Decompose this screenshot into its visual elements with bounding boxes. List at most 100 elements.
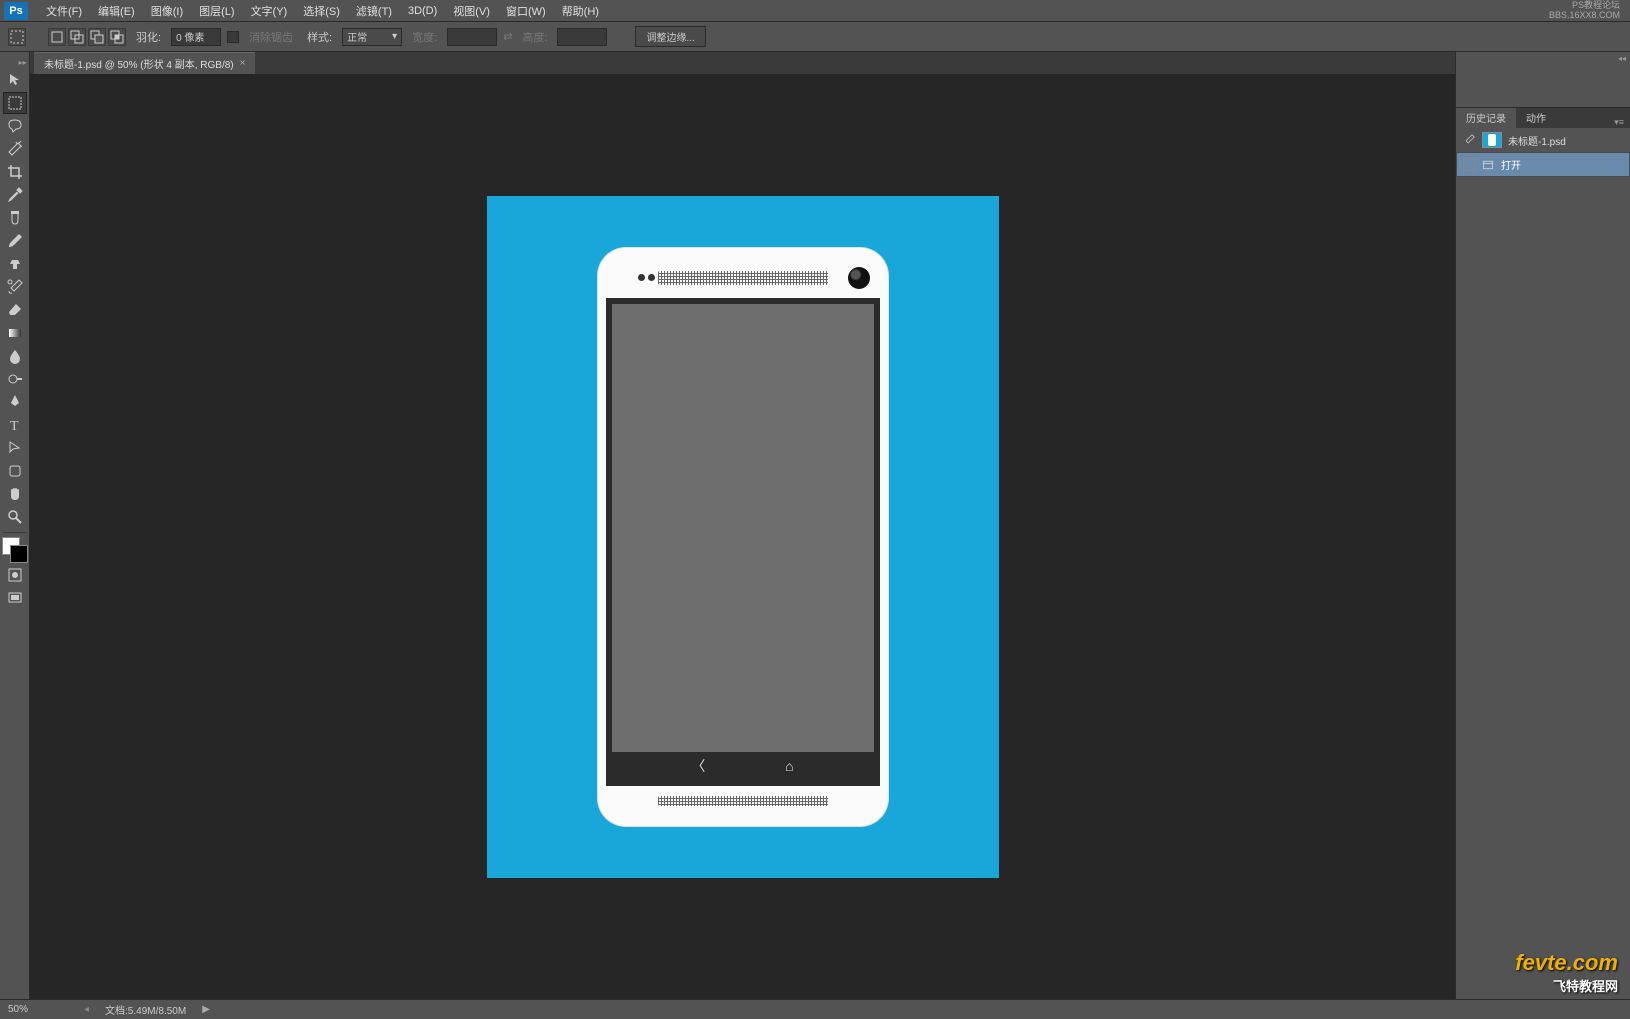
document-tab[interactable]: 未标题-1.psd @ 50% (形状 4 副本, RGB/8) × <box>34 52 255 74</box>
lasso-tool[interactable] <box>3 115 27 137</box>
width-input <box>447 28 497 46</box>
toolbox: ▸▸ T <box>0 52 30 999</box>
canvas-area[interactable]: 〈 ⌂ <box>30 74 1455 999</box>
options-bar: 羽化: 消除锯齿 样式: 正常▾ 宽度: ⇄ 高度: 调整边缘... <box>0 22 1630 52</box>
feather-input[interactable] <box>171 28 221 46</box>
selection-add-icon[interactable] <box>68 28 86 46</box>
color-swatches[interactable] <box>2 537 28 563</box>
feather-label: 羽化: <box>132 29 165 45</box>
artboard: 〈 ⌂ <box>487 196 999 878</box>
eraser-tool[interactable] <box>3 299 27 321</box>
phone-mockup: 〈 ⌂ <box>598 248 888 826</box>
selection-mode-group <box>48 28 126 46</box>
phone-nav-bar: 〈 ⌂ <box>612 752 874 780</box>
selection-intersect-icon[interactable] <box>108 28 126 46</box>
history-brush-icon <box>1462 133 1476 147</box>
tab-actions[interactable]: 动作 <box>1516 107 1556 128</box>
history-list: 未标题-1.psd 打开 <box>1456 128 1630 177</box>
move-tool[interactable] <box>3 69 27 91</box>
gradient-tool[interactable] <box>3 322 27 344</box>
history-snapshot-row[interactable]: 未标题-1.psd <box>1456 128 1630 152</box>
menu-layer[interactable]: 图层(L) <box>191 3 242 19</box>
hand-tool[interactable] <box>3 483 27 505</box>
blur-tool[interactable] <box>3 345 27 367</box>
refine-edge-button[interactable]: 调整边缘... <box>635 26 705 47</box>
dodge-tool[interactable] <box>3 368 27 390</box>
history-doc-name: 未标题-1.psd <box>1508 133 1566 148</box>
menu-view[interactable]: 视图(V) <box>445 3 498 19</box>
phone-sensor-dots <box>638 274 655 281</box>
toolbox-collapse-icon[interactable]: ▸▸ <box>3 58 27 68</box>
antialias-checkbox <box>227 31 239 43</box>
brush-tool[interactable] <box>3 230 27 252</box>
collapsed-panel-strip[interactable] <box>1456 52 1630 108</box>
history-step-row[interactable]: 打开 <box>1456 152 1630 177</box>
marquee-tool[interactable] <box>3 92 27 114</box>
phone-top-bezel <box>606 258 880 298</box>
scrollbar-left-icon[interactable]: ◂ <box>84 1004 89 1015</box>
history-step-label: 打开 <box>1501 157 1521 172</box>
crop-tool[interactable] <box>3 161 27 183</box>
selection-new-icon[interactable] <box>48 28 66 46</box>
selection-subtract-icon[interactable] <box>88 28 106 46</box>
quickmask-tool[interactable] <box>3 564 27 586</box>
phone-bottom-speaker <box>658 796 828 806</box>
marquee-preset-icon[interactable] <box>8 28 26 46</box>
wm-p4: .com <box>1567 950 1618 975</box>
workspace: 未标题-1.psd @ 50% (形状 4 副本, RGB/8) × 〈 <box>30 52 1455 999</box>
swap-wh-icon: ⇄ <box>503 30 512 43</box>
document-tab-title: 未标题-1.psd @ 50% (形状 4 副本, RGB/8) <box>44 56 234 71</box>
main-area: ▸▸ T 未标题-1.psd @ 50% (形状 4 副本, R <box>0 52 1630 999</box>
menubar-credit: PS教程论坛 BBS.16XX8.COM <box>1549 1 1630 21</box>
screenmode-tool[interactable] <box>3 587 27 609</box>
style-label: 样式: <box>303 29 336 45</box>
shape-tool[interactable] <box>3 460 27 482</box>
menu-window[interactable]: 窗口(W) <box>498 3 554 19</box>
menu-file[interactable]: 文件(F) <box>38 3 90 19</box>
zoom-tool[interactable] <box>3 506 27 528</box>
menu-filter[interactable]: 滤镜(T) <box>348 3 400 19</box>
background-swatch[interactable] <box>10 545 28 563</box>
app-logo: Ps <box>4 2 28 20</box>
phone-screen-bezel: 〈 ⌂ <box>606 298 880 786</box>
phone-earpiece-speaker <box>658 271 828 285</box>
menu-type[interactable]: 文字(Y) <box>243 3 296 19</box>
svg-text:T: T <box>10 419 19 433</box>
history-brush-tool[interactable] <box>3 276 27 298</box>
menu-bar: Ps 文件(F) 编辑(E) 图像(I) 图层(L) 文字(Y) 选择(S) 滤… <box>0 0 1630 22</box>
magic-wand-tool[interactable] <box>3 138 27 160</box>
wm-p1: fe <box>1515 950 1535 975</box>
right-panels: 历史记录 动作 ▾≡ 未标题-1.psd 打开 <box>1455 52 1630 999</box>
dropdown-icon: ▾ <box>392 31 397 42</box>
wm-p2: v <box>1535 950 1547 975</box>
healing-brush-tool[interactable] <box>3 207 27 229</box>
wm-p3: te <box>1547 950 1567 975</box>
doc-info[interactable]: 文档:5.49M/8.50M <box>105 1002 186 1017</box>
menu-image[interactable]: 图像(I) <box>143 3 191 19</box>
toolbox-separator <box>3 532 27 533</box>
panel-menu-icon[interactable]: ▾≡ <box>1608 117 1630 128</box>
docinfo-menu-icon[interactable]: ▶ <box>202 1004 210 1015</box>
history-panel-tabs: 历史记录 动作 ▾≡ <box>1456 108 1630 128</box>
menu-help[interactable]: 帮助(H) <box>554 3 607 19</box>
watermark-sub: 飞特教程网 <box>1515 976 1618 995</box>
credit-line2: BBS.16XX8.COM <box>1549 11 1620 21</box>
style-select[interactable]: 正常▾ <box>342 28 402 46</box>
close-tab-icon[interactable]: × <box>240 58 246 69</box>
height-input <box>557 28 607 46</box>
zoom-level[interactable]: 50% <box>8 1004 68 1015</box>
open-step-icon <box>1481 158 1495 172</box>
menu-select[interactable]: 选择(S) <box>295 3 348 19</box>
phone-home-icon: ⌂ <box>785 758 793 774</box>
type-tool[interactable]: T <box>3 414 27 436</box>
phone-back-icon: 〈 <box>691 756 705 776</box>
history-step-marker <box>1463 159 1475 171</box>
clone-stamp-tool[interactable] <box>3 253 27 275</box>
path-selection-tool[interactable] <box>3 437 27 459</box>
menu-3d[interactable]: 3D(D) <box>400 5 445 17</box>
tab-history[interactable]: 历史记录 <box>1456 107 1516 128</box>
eyedropper-tool[interactable] <box>3 184 27 206</box>
phone-screen <box>612 304 874 752</box>
pen-tool[interactable] <box>3 391 27 413</box>
menu-edit[interactable]: 编辑(E) <box>90 3 143 19</box>
